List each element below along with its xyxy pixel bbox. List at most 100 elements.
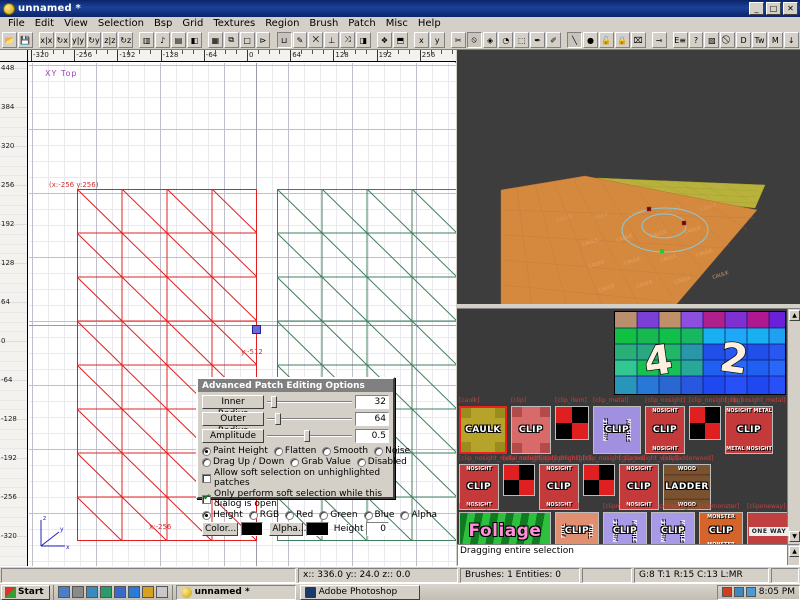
- select-touching-button[interactable]: ♪: [155, 32, 171, 48]
- surface-inspector-button[interactable]: ◨: [356, 32, 371, 48]
- console-panel[interactable]: Dragging entire selection ▲: [457, 544, 800, 566]
- amplitude-slider[interactable]: [267, 429, 352, 443]
- advanced-patch-editing-dialog[interactable]: Advanced Patch Editing Options Inner Rad…: [196, 377, 437, 536]
- radio-smooth[interactable]: Smooth: [322, 446, 368, 456]
- menu-item-brush[interactable]: Brush: [304, 17, 343, 30]
- radio-noise[interactable]: Noise: [374, 446, 410, 456]
- radio-alpha[interactable]: Alpha: [400, 510, 437, 520]
- patch-bend-button[interactable]: ⬒: [392, 32, 408, 48]
- menu-item-edit[interactable]: Edit: [30, 17, 59, 30]
- patch-drag-handle[interactable]: [252, 325, 261, 334]
- texture-window-button[interactable]: Tw: [752, 32, 767, 48]
- clone-selection-button[interactable]: ⧉: [223, 32, 239, 48]
- texture-thumbnail[interactable]: CLIP: [511, 406, 551, 454]
- volume-icon[interactable]: [721, 587, 732, 597]
- cubic-clip-button[interactable]: ⬚: [514, 32, 530, 48]
- network-icon[interactable]: [733, 587, 744, 597]
- no-clip-button[interactable]: ⃠: [720, 32, 736, 48]
- brush-tool-button[interactable]: ✐: [546, 32, 561, 48]
- csg-merge-button[interactable]: ⊳: [255, 32, 271, 48]
- status-resize-grip[interactable]: [771, 567, 799, 583]
- show-desktop-icon[interactable]: [57, 586, 70, 598]
- radio-blue[interactable]: Blue: [363, 510, 394, 520]
- texture-fit-button[interactable]: ⤨: [340, 32, 355, 48]
- texture-thumbnail[interactable]: CAULK: [459, 406, 507, 454]
- radio-drag-up-down[interactable]: Drag Up / Down: [202, 457, 284, 467]
- texture-thumbnail[interactable]: ONE WAY: [747, 512, 791, 544]
- inner-radius-slider[interactable]: [267, 395, 352, 409]
- texture-browser-scrollbar[interactable]: ▼: [787, 396, 800, 544]
- browser-e-icon[interactable]: [127, 586, 140, 598]
- texture-preview-panel[interactable]: 4 2 ▲: [457, 308, 800, 396]
- texture-thumbnail[interactable]: [555, 406, 589, 440]
- texture-thumbnail[interactable]: NOSIGHT METAL METAL NOSIGHT CLIP: [725, 406, 773, 454]
- color-button[interactable]: Color...: [202, 522, 238, 536]
- radio-height[interactable]: Height: [202, 510, 243, 520]
- height-field[interactable]: 0: [366, 522, 389, 536]
- detail-brush-button[interactable]: D: [736, 32, 752, 48]
- alpha-button[interactable]: Alpha...: [269, 522, 307, 536]
- task-radiant[interactable]: unnamed *: [175, 584, 296, 600]
- texture-y-button[interactable]: ⊥: [324, 32, 340, 48]
- texture-cell-cliponeway[interactable]: [cliponeway] ONE WAY: [747, 503, 791, 544]
- checkbox-allow-soft-selection-unhighlighted[interactable]: Allow soft selection on unhighlighted pa…: [202, 468, 389, 488]
- patch-show-button[interactable]: ❖: [377, 32, 392, 48]
- flip-z-button[interactable]: z|z: [102, 32, 118, 48]
- amplitude-button[interactable]: Amplitude: [202, 429, 264, 443]
- texture-cell-clipmonster[interactable]: [clipmonster]MONSTERMONSTERCLIP: [699, 503, 743, 544]
- slider-thumb[interactable]: [270, 396, 277, 408]
- menu-item-help[interactable]: Help: [413, 17, 446, 30]
- radio-rgb[interactable]: RGB: [248, 510, 279, 520]
- console-scrollbar[interactable]: ▲: [787, 545, 799, 565]
- entity-list-button[interactable]: E≡: [672, 32, 688, 48]
- rotate-x-button[interactable]: ↻x: [54, 32, 70, 48]
- texture-thumbnail[interactable]: MONSTERMONSTERCLIP: [699, 512, 743, 544]
- texture-cell-clip_item[interactable]: [clip_item]: [555, 397, 589, 454]
- region-set-button[interactable]: ⌧: [630, 32, 646, 48]
- menu-item-misc[interactable]: Misc: [381, 17, 413, 30]
- inner-radius-button[interactable]: Inner Radius: [202, 395, 264, 419]
- radio-flatten[interactable]: Flatten: [273, 446, 316, 456]
- menu-item-bsp[interactable]: Bsp: [149, 17, 177, 30]
- texture-thumbnail[interactable]: [689, 406, 721, 440]
- maximize-button[interactable]: □: [766, 2, 781, 15]
- alpha-swatch[interactable]: [306, 522, 329, 536]
- menu-item-patch[interactable]: Patch: [343, 17, 380, 30]
- flip-y-button[interactable]: y|y: [70, 32, 86, 48]
- lock-unlocked-button[interactable]: 🔓: [598, 32, 614, 48]
- image-viewer-icon[interactable]: [85, 586, 98, 598]
- patch-inspector-button[interactable]: ◈: [482, 32, 498, 48]
- texture-thumbnail[interactable]: NOSIGHT NOSIGHT CLIP: [645, 406, 685, 454]
- texture-browser-panel[interactable]: [caulk] CAULK [clip] CLIP [clip_item] [clip_m…: [457, 396, 800, 544]
- mail-icon[interactable]: [99, 586, 112, 598]
- texture-thumbnail[interactable]: Foliage: [459, 512, 551, 544]
- cd-player-icon[interactable]: [141, 586, 154, 598]
- outer-radius-field[interactable]: 64: [355, 412, 389, 426]
- amplitude-field[interactable]: 0.5: [355, 429, 389, 443]
- close-button[interactable]: ✕: [783, 2, 798, 15]
- texture-thumbnail[interactable]: [503, 464, 535, 496]
- texture-preview-scrollbar[interactable]: ▲: [787, 309, 800, 396]
- menu-item-textures[interactable]: Textures: [208, 17, 260, 30]
- outer-radius-button[interactable]: Outer Radius: [202, 412, 264, 436]
- browser-net-icon[interactable]: [113, 586, 126, 598]
- sound-icon[interactable]: [745, 587, 756, 597]
- show-grid-button[interactable]: ▦: [207, 32, 223, 48]
- clipper-x-button[interactable]: x: [413, 32, 429, 48]
- slider-thumb[interactable]: [275, 413, 282, 425]
- complete-inside-button[interactable]: ▤: [171, 32, 186, 48]
- texture-thumbnail[interactable]: MISSILE MISSILE CLIP: [603, 512, 647, 544]
- texture-cell-clip_nosight_clip[interactable]: [clip_nosight_clip]: [689, 397, 743, 454]
- partial-tall-button[interactable]: ◧: [186, 32, 202, 48]
- inner-radius-field[interactable]: 32: [355, 395, 389, 409]
- eyedropper-button[interactable]: ✒: [530, 32, 546, 48]
- texture-preview-swatch[interactable]: 4 2: [614, 311, 786, 395]
- texture-cell-clipfoliage[interactable]: [clipfoliage] Foliage: [459, 503, 551, 544]
- radio-grab-value[interactable]: Grab Value: [290, 457, 351, 467]
- texture-cell-caulk[interactable]: [caulk] CAULK: [459, 397, 507, 454]
- texture-x-button[interactable]: ⨉: [308, 32, 324, 48]
- texture-thumbnail[interactable]: [583, 464, 615, 496]
- lock-locked-button[interactable]: 🔒: [614, 32, 630, 48]
- drop-to-floor-button[interactable]: ↓: [783, 32, 799, 48]
- media-player-icon[interactable]: [71, 586, 84, 598]
